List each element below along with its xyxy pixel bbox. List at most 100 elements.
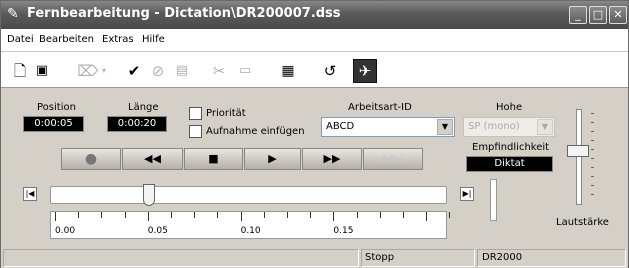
record-icon: ● bbox=[84, 151, 98, 167]
menu-bar: Datei Bearbeiten Extras Hilfe bbox=[1, 29, 628, 52]
rewind-button[interactable]: ◀◀ bbox=[122, 148, 183, 170]
toolbar-separator bbox=[58, 60, 59, 82]
length-display: 0:00:20 bbox=[107, 116, 167, 132]
volume-tick bbox=[591, 185, 594, 186]
status-bar: Stopp DR2000 bbox=[1, 247, 628, 268]
maximize-button[interactable]: □ bbox=[589, 6, 607, 24]
record-button[interactable]: ● bbox=[61, 148, 121, 170]
volume-tick bbox=[591, 122, 594, 123]
properties-icon[interactable]: ▦ bbox=[277, 61, 299, 81]
jump-end-button[interactable]: ▶| bbox=[460, 187, 474, 201]
skip-forward-icon: ▶▶| bbox=[382, 152, 404, 165]
position-slider-thumb[interactable] bbox=[143, 184, 156, 206]
book-icon[interactable]: ▤ bbox=[171, 61, 193, 81]
position-display: 0:00:05 bbox=[23, 116, 84, 132]
toolbar-separator bbox=[346, 60, 347, 82]
quality-label: Hohe bbox=[496, 102, 523, 113]
sensitivity-display: Diktat bbox=[466, 156, 553, 172]
priority-checkbox[interactable] bbox=[189, 107, 202, 120]
scale-tick bbox=[333, 212, 335, 221]
scale-tick bbox=[379, 212, 381, 218]
toolbar-separator bbox=[306, 60, 307, 82]
volume-slider[interactable] bbox=[576, 109, 582, 205]
scale-tick bbox=[147, 212, 149, 221]
scale-tick bbox=[171, 212, 172, 218]
volume-tick bbox=[591, 113, 594, 114]
volume-tick bbox=[591, 194, 594, 195]
play-button[interactable]: ▶ bbox=[244, 148, 301, 170]
volume-tick bbox=[591, 140, 594, 141]
skip-start-icon: |◀ bbox=[25, 189, 35, 198]
scale-tick bbox=[310, 212, 312, 218]
close-button[interactable]: ✕ bbox=[609, 6, 627, 24]
volume-tick bbox=[591, 167, 594, 168]
menu-hilfe[interactable]: Hilfe bbox=[142, 34, 165, 46]
time-scale: 0.00 0.05 0.10 0.15 bbox=[50, 211, 451, 239]
check-icon[interactable]: ✔ bbox=[123, 61, 145, 81]
stop-button[interactable]: ■ bbox=[184, 148, 243, 170]
scissors-icon[interactable]: ✂ bbox=[208, 61, 230, 81]
menu-extras[interactable]: Extras bbox=[102, 34, 134, 46]
volume-tick bbox=[591, 131, 594, 132]
length-label: Länge bbox=[128, 102, 159, 113]
status-device: DR2000 bbox=[482, 252, 523, 263]
transcription-icon[interactable]: ▭ bbox=[234, 61, 256, 81]
menu-datei[interactable]: Datei bbox=[7, 34, 34, 46]
title-bar[interactable]: ✎ Fernbearbeitung - Dictation\DR200007.d… bbox=[1, 1, 628, 29]
level-meter bbox=[490, 179, 497, 221]
undo-icon[interactable]: ↺ bbox=[319, 61, 341, 81]
scale-tick bbox=[263, 212, 265, 218]
quality-select[interactable]: SP (mono) ▼ bbox=[463, 117, 555, 137]
scale-tick bbox=[240, 212, 242, 221]
skip-forward-button[interactable]: ▶▶| bbox=[363, 148, 423, 170]
scale-tick bbox=[356, 212, 358, 218]
volume-label: Lautstärke bbox=[556, 217, 609, 228]
window-title: Fernbearbeitung - Dictation\DR200007.dss bbox=[27, 6, 341, 21]
play-icon: ▶ bbox=[268, 152, 277, 165]
sensitivity-label: Empfindlichkeit bbox=[472, 142, 550, 153]
position-label: Position bbox=[37, 102, 76, 113]
volume-slider-thumb[interactable] bbox=[567, 145, 589, 157]
menu-bearbeiten[interactable]: Bearbeiten bbox=[39, 34, 94, 46]
pen-icon: ✎ bbox=[7, 6, 19, 22]
app-window: ✎ Fernbearbeitung - Dictation\DR200007.d… bbox=[0, 0, 629, 268]
position-slider[interactable] bbox=[50, 186, 447, 204]
scale-label: 0.05 bbox=[147, 226, 168, 236]
worktype-label: Arbeitsart-ID bbox=[348, 102, 412, 113]
scale-label: 0.15 bbox=[333, 226, 354, 236]
chevron-down-icon[interactable]: ▼ bbox=[537, 119, 553, 135]
new-document-icon[interactable]: 🗋 bbox=[9, 61, 31, 81]
fast-forward-button[interactable]: ▶▶ bbox=[302, 148, 362, 170]
scale-tick bbox=[124, 212, 126, 218]
minimize-button[interactable]: _ bbox=[569, 6, 587, 24]
stop-icon: ■ bbox=[208, 152, 219, 165]
wizard-icon[interactable]: ✈ bbox=[353, 59, 377, 83]
worktype-select[interactable]: ABCD ▼ bbox=[321, 117, 455, 137]
eraser-icon[interactable]: ⌦ bbox=[77, 61, 99, 81]
status-pane bbox=[3, 249, 359, 267]
quality-value: SP (mono) bbox=[468, 121, 520, 132]
cancel-check-icon[interactable]: ⊘ bbox=[147, 61, 169, 81]
scale-tick bbox=[78, 212, 80, 218]
volume-tick bbox=[591, 149, 594, 150]
scale-tick bbox=[101, 212, 103, 218]
skip-end-icon: ▶| bbox=[462, 189, 472, 198]
scale-label: 0.10 bbox=[240, 226, 261, 236]
save-icon[interactable]: ▣ bbox=[31, 61, 53, 81]
scale-tick bbox=[217, 212, 219, 218]
jump-start-button[interactable]: |◀ bbox=[23, 187, 37, 201]
chevron-down-icon[interactable]: ▼ bbox=[437, 119, 453, 135]
scale-tick bbox=[287, 212, 288, 218]
status-state: Stopp bbox=[365, 252, 395, 263]
scale-tick bbox=[426, 212, 428, 221]
fast-forward-icon: ▶▶ bbox=[323, 152, 341, 165]
scale-tick bbox=[403, 212, 404, 218]
insert-recording-label: Aufnahme einfügen bbox=[206, 126, 305, 137]
rewind-icon: ◀◀ bbox=[144, 152, 161, 165]
chevron-down-icon[interactable]: ▾ bbox=[99, 61, 109, 81]
scale-tick bbox=[449, 212, 451, 218]
volume-tick bbox=[591, 158, 594, 159]
scale-label: 0.00 bbox=[55, 226, 76, 236]
insert-recording-checkbox[interactable] bbox=[189, 125, 202, 138]
toolbar: 🗋 ▣ ⌦ ▾ ✔ ⊘ ▤ ✂ ▭ ▦ ↺ ✈ bbox=[1, 52, 628, 88]
